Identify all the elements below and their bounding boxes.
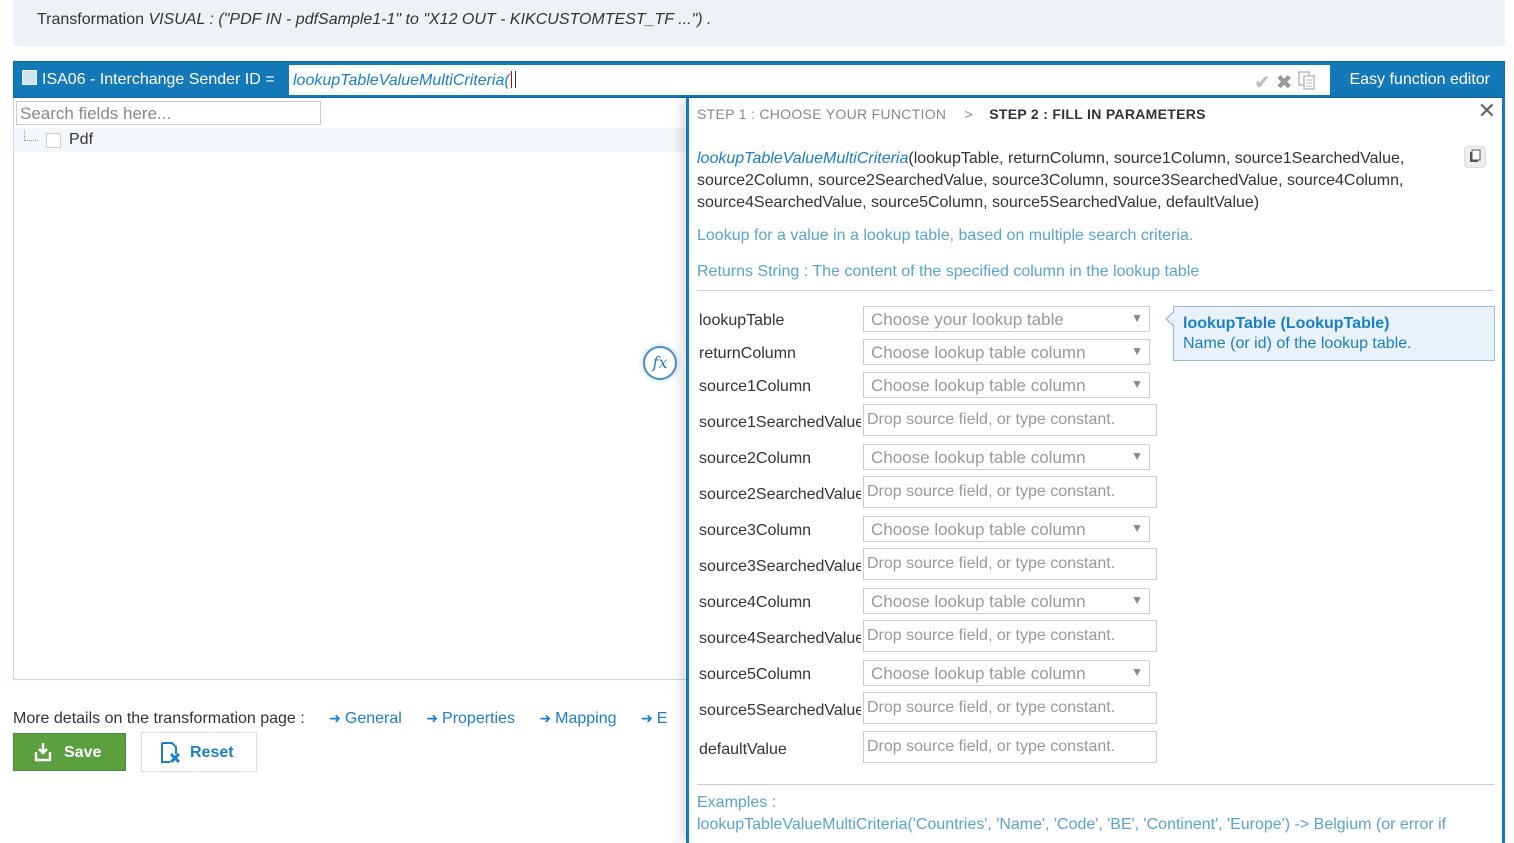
tree-connector: [24, 130, 38, 141]
dropdown-arrow-icon: ▼: [1131, 521, 1143, 535]
banner-prefix: Transformation: [37, 11, 144, 28]
param-label: source1Column: [699, 378, 812, 395]
step2-current: STEP 2 : FILL IN PARAMETERS: [989, 106, 1206, 122]
divider: [697, 290, 1494, 291]
arrow-right-icon: ➜: [329, 710, 341, 726]
dropdown-arrow-icon: ▼: [1131, 593, 1143, 607]
arrow-right-icon: ➜: [640, 710, 653, 726]
tooltip-description: Name (or id) of the lookup table.: [1183, 335, 1412, 352]
easy-function-editor-panel: STEP 1 : CHOOSE YOUR FUNCTION > STEP 2 :…: [686, 98, 1505, 843]
source5-column-select[interactable]: Choose lookup table column ▼: [863, 660, 1150, 686]
close-icon[interactable]: ✕: [1478, 98, 1496, 124]
examples-label: Examples :: [697, 794, 777, 811]
dropdown-arrow-icon: ▼: [1131, 449, 1143, 463]
link-general[interactable]: ➜ General: [329, 710, 402, 727]
expression-bar: ISA06 - Interchange Sender ID = lookupTa…: [13, 61, 1505, 98]
param-label: returnColumn: [699, 345, 796, 362]
tree-node-label: Pdf: [69, 131, 94, 148]
param-label: defaultValue: [699, 741, 787, 758]
dropdown-arrow-icon: ▼: [1131, 665, 1143, 679]
function-description: Lookup for a value in a lookup table, ba…: [697, 227, 1194, 244]
source-fields-panel: Search fields here... Pdf: [13, 98, 689, 680]
param-label: lookupTable: [699, 312, 785, 329]
source2-column-select[interactable]: Choose lookup table column ▼: [863, 444, 1150, 470]
param-label: source3Column: [699, 522, 812, 539]
dropdown-arrow-icon: ▼: [1131, 377, 1143, 391]
source3-column-select[interactable]: Choose lookup table column ▼: [863, 516, 1150, 542]
arrow-right-icon: ➜: [539, 710, 552, 726]
param-label: source2Column: [699, 450, 812, 467]
search-fields-input[interactable]: Search fields here...: [16, 101, 321, 125]
function-name: lookupTableValueMultiCriteria: [697, 150, 909, 167]
param-label: source2SearchedValue: [699, 486, 861, 503]
step-separator: >: [964, 106, 974, 122]
source1-column-select[interactable]: Choose lookup table column ▼: [863, 372, 1150, 398]
easy-function-editor-button[interactable]: Easy function editor: [1349, 71, 1490, 89]
default-value-input[interactable]: Drop source field, or type constant.: [863, 731, 1157, 763]
divider: [697, 784, 1494, 785]
text-cursor: [510, 71, 516, 88]
more-details: More details on the transformation page …: [13, 710, 667, 728]
param-label: source1SearchedValue: [699, 414, 861, 431]
tooltip-title: lookupTable (LookupTable): [1183, 315, 1390, 332]
tree-row[interactable]: Pdf: [14, 128, 688, 152]
copy-icon[interactable]: [1297, 71, 1316, 95]
link-truncated[interactable]: ➜ E: [641, 710, 667, 727]
save-label: Save: [64, 744, 102, 761]
clear-x-icon[interactable]: ✖: [1276, 70, 1295, 95]
link-properties[interactable]: ➜ Properties: [426, 710, 515, 727]
copy-signature-icon[interactable]: [1464, 146, 1486, 168]
param-label: source5SearchedValue: [699, 702, 861, 719]
function-fx-icon[interactable]: fx: [643, 346, 677, 380]
link-mapping[interactable]: ➜ Mapping: [539, 710, 616, 727]
save-button[interactable]: Save: [13, 733, 126, 771]
function-returns: Returns String : The content of the spec…: [697, 263, 1200, 280]
source3-searched-value-input[interactable]: Drop source field, or type constant.: [863, 548, 1157, 580]
source4-column-select[interactable]: Choose lookup table column ▼: [863, 588, 1150, 614]
more-details-label: More details on the transformation page …: [13, 710, 305, 727]
tree-checkbox[interactable]: [46, 133, 61, 148]
save-download-icon: [34, 743, 52, 762]
expression-value: lookupTableValueMultiCriteria(: [293, 72, 510, 89]
step-breadcrumb: STEP 1 : CHOOSE YOUR FUNCTION > STEP 2 :…: [697, 106, 1206, 122]
lookup-table-select[interactable]: Choose your lookup table ▼: [863, 306, 1150, 332]
source4-searched-value-input[interactable]: Drop source field, or type constant.: [863, 620, 1157, 652]
step1-link[interactable]: STEP 1 : CHOOSE YOUR FUNCTION: [697, 106, 946, 122]
field-checkbox[interactable]: [22, 70, 37, 85]
reset-label: Reset: [190, 744, 234, 761]
param-label: source4Column: [699, 594, 812, 611]
param-help-tooltip: lookupTable (LookupTable) Name (or id) o…: [1165, 306, 1495, 361]
dropdown-arrow-icon: ▼: [1131, 311, 1143, 325]
arrow-right-icon: ➜: [426, 710, 439, 726]
source1-searched-value-input[interactable]: Drop source field, or type constant.: [863, 404, 1157, 436]
expression-input[interactable]: lookupTableValueMultiCriteria(: [289, 65, 1330, 95]
transformation-banner: Transformation VISUAL : ("PDF IN - pdfSa…: [13, 0, 1505, 46]
function-signature: lookupTableValueMultiCriteria(lookupTabl…: [697, 148, 1437, 214]
banner-detail: VISUAL : ("PDF IN - pdfSample1-1" to "X1…: [148, 11, 712, 28]
dropdown-arrow-icon: ▼: [1131, 344, 1143, 358]
source2-searched-value-input[interactable]: Drop source field, or type constant.: [863, 476, 1157, 508]
param-label: source4SearchedValue: [699, 630, 861, 647]
source5-searched-value-input[interactable]: Drop source field, or type constant.: [863, 692, 1157, 724]
param-label: source5Column: [699, 666, 812, 683]
reset-file-x-icon: [161, 742, 180, 764]
example-line: lookupTableValueMultiCriteria('Countries…: [697, 816, 1447, 833]
expression-tools: ✔ ✖: [1254, 70, 1319, 95]
validate-check-icon[interactable]: ✔: [1254, 70, 1273, 95]
field-label: ISA06 - Interchange Sender ID =: [42, 71, 275, 88]
reset-button[interactable]: Reset: [141, 732, 257, 772]
return-column-select[interactable]: Choose lookup table column ▼: [863, 339, 1150, 365]
param-label: source3SearchedValue: [699, 558, 861, 575]
